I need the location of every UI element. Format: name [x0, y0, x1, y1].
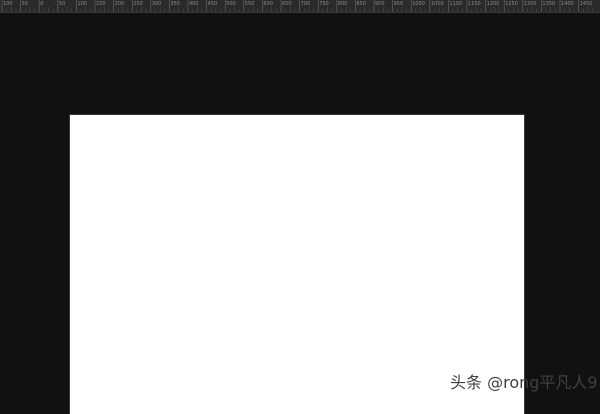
ruler-label: 750	[319, 1, 329, 7]
watermark-text: 头条 @rong平凡人9	[450, 373, 598, 392]
ruler-label: 400	[189, 1, 199, 7]
ruler-label: 1400	[561, 1, 574, 7]
ruler-label: 1200	[486, 1, 500, 7]
ruler-label: 150	[96, 1, 106, 7]
ruler-label: 300	[151, 1, 162, 7]
ruler-label: 1150	[468, 1, 481, 7]
ruler-label: 1050	[430, 1, 444, 7]
ruler-label: 450	[207, 1, 218, 7]
ruler-label: 1300	[523, 1, 537, 7]
ruler-label: 1000	[412, 1, 425, 7]
ruler-label: 900	[375, 1, 385, 7]
ruler-label: 800	[337, 1, 348, 7]
ruler-label: 1250	[505, 1, 518, 7]
ruler-label: 100	[77, 1, 87, 7]
ruler-label: 850	[356, 1, 366, 7]
ruler-label: 50	[21, 1, 28, 7]
ruler-label: 600	[263, 1, 273, 7]
ruler-label: 650	[282, 1, 292, 7]
ruler-label: 100	[3, 1, 13, 7]
ruler-label: 0	[40, 1, 44, 7]
ruler-label: 1350	[542, 1, 556, 7]
ruler-label: 1100	[449, 1, 463, 7]
ruler-label: 950	[393, 1, 404, 7]
ruler-label: 500	[226, 1, 236, 7]
ruler-label: 250	[133, 1, 143, 7]
ruler-label: 200	[114, 1, 125, 7]
canvas-workspace[interactable]	[0, 13, 600, 414]
ruler-label: 700	[300, 1, 311, 7]
ruler-label: 550	[244, 1, 255, 7]
ruler-label: 50	[58, 1, 66, 7]
horizontal-ruler[interactable]: 100 50 0 50 100 150 200 250 300 350 400 450 500 550 60…	[0, 0, 600, 13]
ruler-label: 1450	[579, 1, 593, 7]
ruler-label: 350	[170, 1, 180, 7]
